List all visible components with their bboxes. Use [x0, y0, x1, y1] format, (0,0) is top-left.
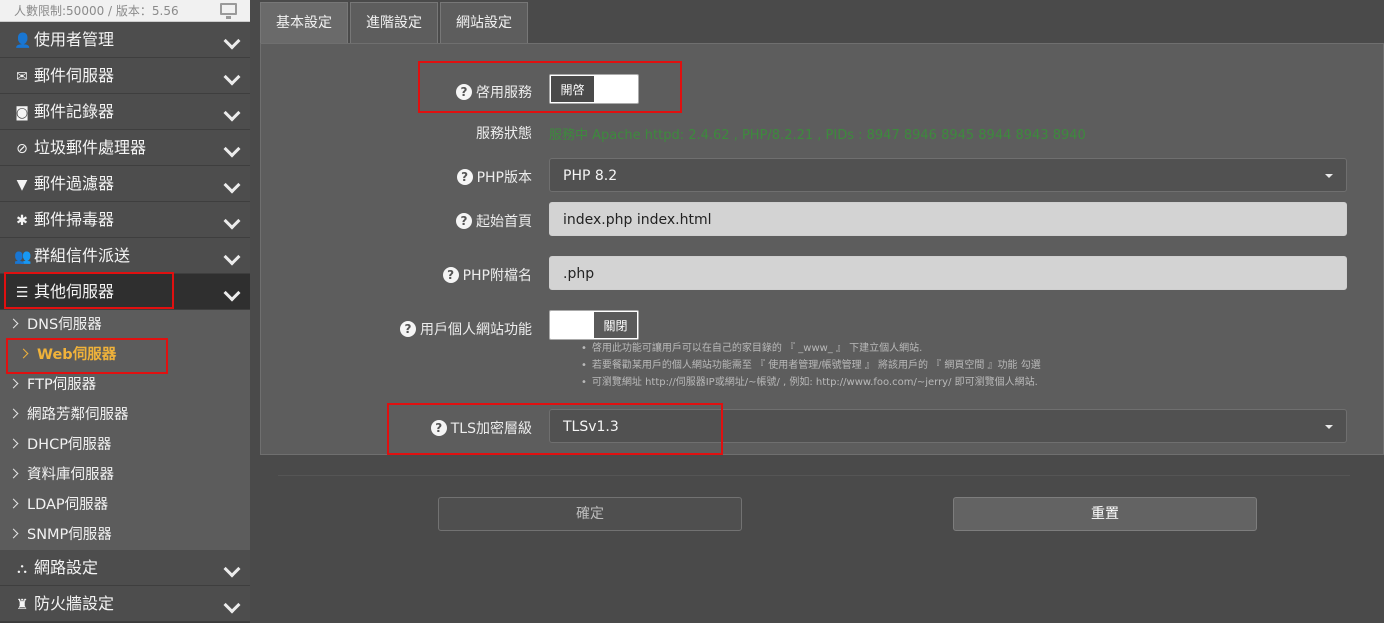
php-version-label: ? PHP版本: [456, 167, 532, 187]
help-icon[interactable]: ?: [430, 420, 447, 436]
tls-level-select[interactable]: TLSv1.3: [549, 409, 1347, 443]
tab-basic-settings[interactable]: 基本設定: [260, 2, 348, 43]
settings-panel: [260, 43, 1384, 455]
toggle-off-state: 關閉: [593, 311, 638, 339]
chevron-down-icon: [223, 68, 241, 86]
help-icon[interactable]: ?: [442, 267, 459, 283]
note-item: 若要餐勸某用戶的個人網站功能需至 『 使用者管理/帳號管理 』 將該用戶的 『 …: [590, 357, 1041, 374]
menu-user-management[interactable]: 👤 使用者管理: [0, 22, 250, 58]
note-item: 啓用此功能可讓用戶可以在自己的家目錄的 『 _www_ 』 下建立個人網站.: [590, 340, 1041, 357]
envelope-icon: ✉: [16, 69, 28, 85]
chevron-down-icon: [223, 104, 241, 122]
chevron-down-icon: [223, 32, 241, 50]
menu-network-settings[interactable]: ⛬ 網路設定: [0, 550, 250, 586]
version-text: 人數限制:50000 / 版本：5.56: [14, 4, 179, 18]
chevron-down-icon: [223, 596, 241, 614]
chevron-right-icon: [8, 408, 19, 419]
menu-spam-handler[interactable]: ⊘ 垃圾郵件處理器: [0, 130, 250, 166]
chevron-down-icon: [223, 560, 241, 578]
index-page-input[interactable]: index.php index.html: [549, 202, 1347, 236]
users-icon: 👥: [14, 249, 32, 265]
menu-mail-server[interactable]: ✉ 郵件伺服器: [0, 58, 250, 94]
service-status-value: 服務中 Apache httpd: 2.4.62 , PHP/8.2.21 , …: [549, 128, 1086, 143]
php-version-select[interactable]: PHP 8.2: [549, 158, 1347, 192]
reset-button[interactable]: 重置: [953, 497, 1257, 531]
user-site-notes: 啓用此功能可讓用戶可以在自己的家目錄的 『 _www_ 』 下建立個人網站. 若…: [590, 340, 1041, 391]
php-extension-label: ? PHP附檔名: [442, 265, 532, 285]
divider: [278, 475, 1350, 476]
camera-icon: ◙: [15, 105, 29, 121]
submenu-dns-server[interactable]: DNS伺服器: [0, 310, 250, 340]
enable-service-label: ? 啓用服務: [456, 82, 532, 102]
menu-mail-logger[interactable]: ◙ 郵件記錄器: [0, 94, 250, 130]
help-icon[interactable]: ?: [456, 84, 472, 100]
bug-icon: ✱: [16, 213, 28, 229]
help-icon[interactable]: ?: [400, 321, 416, 337]
chevron-right-icon: [8, 438, 19, 449]
castle-icon: ♜: [15, 597, 29, 613]
chevron-right-icon: [8, 498, 19, 509]
submenu-dhcp-server[interactable]: DHCP伺服器: [0, 430, 250, 460]
version-info: 人數限制:50000 / 版本：5.56: [0, 0, 250, 22]
chevron-right-icon: [8, 468, 19, 479]
tab-site-settings[interactable]: 網站設定: [440, 2, 528, 43]
tab-advanced-settings[interactable]: 進階設定: [350, 2, 438, 43]
user-icon: 👤: [14, 33, 32, 49]
confirm-button[interactable]: 確定: [438, 497, 742, 531]
chevron-down-icon: [223, 212, 241, 230]
help-icon[interactable]: ?: [456, 213, 472, 229]
tls-level-label: ? TLS加密層級: [430, 418, 532, 438]
caret-down-icon: [1325, 174, 1333, 178]
php-extension-input[interactable]: .php: [549, 256, 1347, 290]
submenu-web-server[interactable]: Web伺服器: [0, 340, 250, 370]
chevron-right-icon: [8, 528, 19, 539]
monitor-icon[interactable]: [220, 3, 237, 19]
sidebar: 人數限制:50000 / 版本：5.56 👤 使用者管理 ✉ 郵件伺服器 ◙ 郵件記錄…: [0, 0, 250, 623]
menu-mail-filter[interactable]: ▼ 郵件過濾器: [0, 166, 250, 202]
server-icon: ☰: [15, 285, 29, 301]
service-status-label: 服務狀態: [476, 126, 532, 142]
menu-other-servers[interactable]: ☰ 其他伺服器: [0, 274, 250, 310]
toggle-on-state: 開啓: [550, 75, 595, 103]
chevron-down-icon: [223, 176, 241, 194]
user-site-toggle[interactable]: 關閉: [549, 310, 639, 340]
chevron-right-icon: [8, 318, 19, 329]
caret-down-icon: [1325, 425, 1333, 429]
submenu-ldap-server[interactable]: LDAP伺服器: [0, 490, 250, 520]
chevron-right-icon: [8, 378, 19, 389]
submenu-database-server[interactable]: 資料庫伺服器: [0, 460, 250, 490]
note-item: 可瀏覽網址 http://伺服器IP或網址/~帳號/ , 例如: http://…: [590, 374, 1041, 391]
submenu-ftp-server[interactable]: FTP伺服器: [0, 370, 250, 400]
chevron-right-icon: [18, 348, 29, 359]
submenu-samba-server[interactable]: 網路芳鄰伺服器: [0, 400, 250, 430]
help-icon[interactable]: ?: [456, 169, 473, 185]
menu-virus-scanner[interactable]: ✱ 郵件掃毒器: [0, 202, 250, 238]
index-page-label: ? 起始首頁: [456, 211, 532, 231]
menu-group-mail[interactable]: 👥 群組信件派送: [0, 238, 250, 274]
chevron-down-icon: [223, 248, 241, 266]
enable-service-toggle[interactable]: 開啓: [549, 74, 639, 104]
filter-icon: ▼: [16, 177, 28, 193]
ban-icon: ⊘: [16, 141, 28, 157]
submenu-snmp-server[interactable]: SNMP伺服器: [0, 520, 250, 550]
chevron-down-icon: [223, 284, 241, 302]
sitemap-icon: ⛬: [17, 561, 27, 577]
menu-firewall-settings[interactable]: ♜ 防火牆設定: [0, 586, 250, 622]
chevron-down-icon: [223, 140, 241, 158]
user-site-label: ? 用戶個人網站功能: [400, 319, 532, 339]
